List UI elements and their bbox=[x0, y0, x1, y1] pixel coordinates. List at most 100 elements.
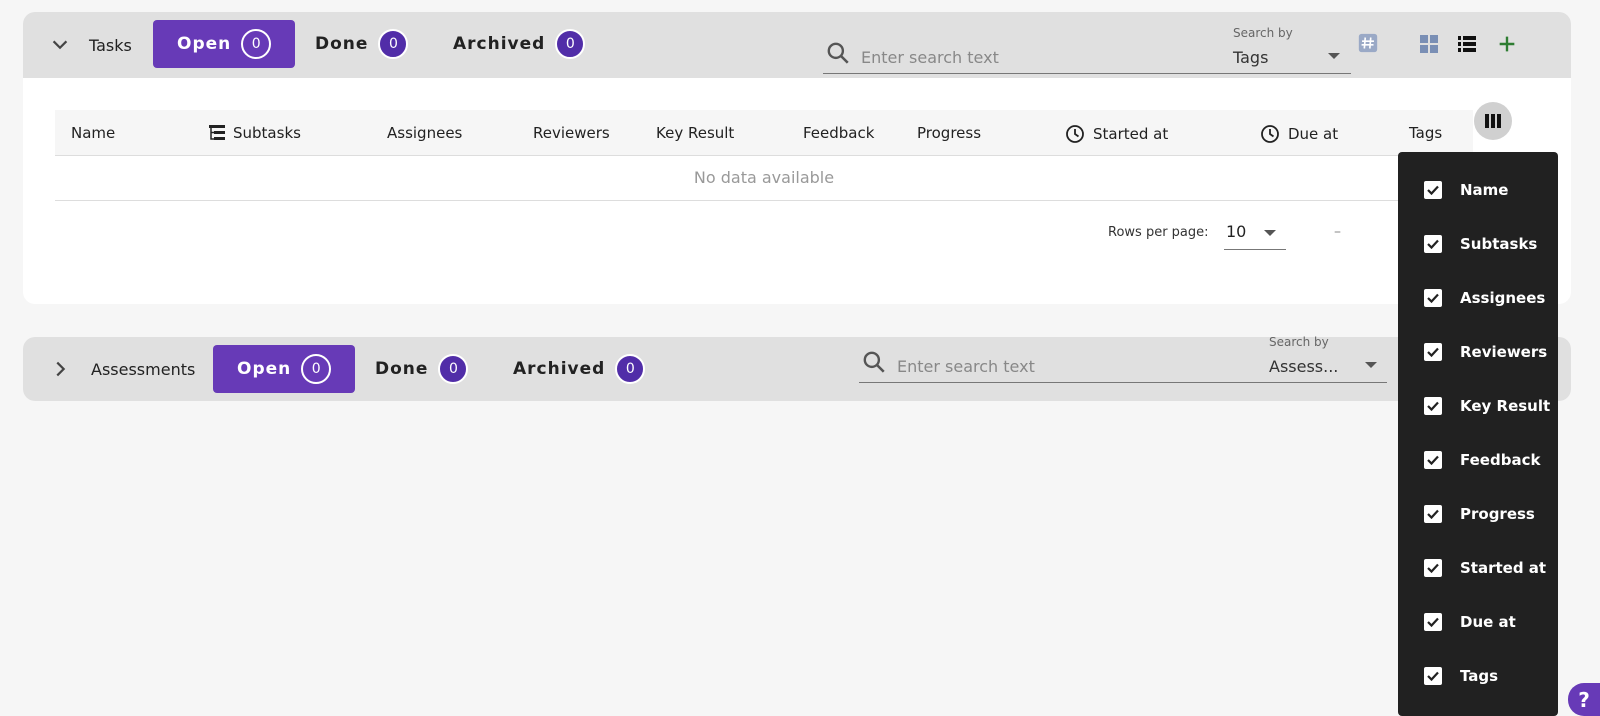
assessments-tab-done[interactable]: Done 0 bbox=[351, 345, 492, 393]
column-option-feedback[interactable]: Feedback bbox=[1398, 433, 1558, 487]
column-visibility-button[interactable] bbox=[1474, 102, 1512, 140]
column-header-name[interactable]: Name bbox=[71, 124, 115, 142]
check-icon bbox=[1427, 239, 1439, 250]
empty-table-message: No data available bbox=[55, 156, 1473, 201]
column-header-progress[interactable]: Progress bbox=[917, 124, 981, 142]
check-icon bbox=[1427, 347, 1439, 358]
checkbox-checked[interactable] bbox=[1424, 667, 1442, 685]
column-header-assignees[interactable]: Assignees bbox=[387, 124, 462, 142]
column-visibility-menu: Name Subtasks Assignees Reviewers Key Re… bbox=[1398, 152, 1558, 716]
clock-icon bbox=[1261, 125, 1279, 143]
assessments-toolbar: Assessments Open 0 Done 0 Archived 0 Ent… bbox=[23, 335, 1571, 401]
column-option-label: Reviewers bbox=[1460, 343, 1548, 361]
column-header-started-at[interactable]: Started at bbox=[1065, 124, 1168, 144]
tasks-table: Name Subtasks Assignees Reviewers Key Re… bbox=[55, 110, 1473, 201]
column-option-key-result[interactable]: Key Result bbox=[1398, 379, 1558, 433]
rows-per-page-value: 10 bbox=[1226, 222, 1247, 241]
assessments-tab-archived[interactable]: Archived 0 bbox=[489, 345, 669, 393]
checkbox-checked[interactable] bbox=[1424, 235, 1442, 253]
checkbox-checked[interactable] bbox=[1424, 397, 1442, 415]
tasks-tab-open[interactable]: Open 0 bbox=[153, 20, 296, 68]
table-header: Name Subtasks Assignees Reviewers Key Re… bbox=[55, 110, 1473, 156]
column-option-label: Key Result bbox=[1460, 397, 1551, 415]
check-icon bbox=[1427, 293, 1439, 304]
column-option-label: Name bbox=[1460, 181, 1509, 199]
checkbox-checked[interactable] bbox=[1424, 181, 1442, 199]
grid-view-icon[interactable] bbox=[1419, 34, 1439, 54]
column-header-key-result[interactable]: Key Result bbox=[656, 124, 734, 142]
tasks-title: Tasks bbox=[89, 36, 132, 55]
tab-count-badge: 0 bbox=[555, 29, 586, 59]
tasks-tab-archived[interactable]: Archived 0 bbox=[429, 20, 609, 68]
column-option-label: Subtasks bbox=[1460, 235, 1538, 253]
hashtag-icon[interactable] bbox=[1357, 32, 1379, 54]
search-input[interactable]: Enter search text bbox=[897, 357, 1035, 376]
search-icon bbox=[863, 351, 885, 373]
tab-label: Open bbox=[237, 359, 292, 379]
tab-count-badge: 0 bbox=[615, 354, 646, 384]
check-icon bbox=[1427, 563, 1439, 574]
tasks-panel: Tasks Open 0 Done 0 Archived 0 Enter sea… bbox=[23, 12, 1571, 304]
tasks-toolbar: Tasks Open 0 Done 0 Archived 0 Enter sea… bbox=[23, 12, 1571, 78]
check-icon bbox=[1427, 509, 1439, 520]
assessments-search: Enter search text Search by Assess... bbox=[859, 335, 1387, 383]
tab-label: Done bbox=[375, 359, 429, 379]
search-input[interactable]: Enter search text bbox=[861, 48, 999, 67]
tasks-search: Enter search text Search by Tags bbox=[823, 26, 1351, 74]
tab-label: Archived bbox=[513, 359, 606, 379]
column-option-subtasks[interactable]: Subtasks bbox=[1398, 217, 1558, 271]
column-header-subtasks[interactable]: Subtasks bbox=[209, 124, 301, 142]
pagination-range: – bbox=[1334, 224, 1341, 240]
assessments-title: Assessments bbox=[91, 360, 196, 379]
column-header-feedback[interactable]: Feedback bbox=[803, 124, 874, 142]
help-button[interactable]: ? bbox=[1568, 683, 1600, 716]
rows-per-page-label: Rows per page: bbox=[1108, 225, 1209, 240]
assessments-tab-open[interactable]: Open 0 bbox=[213, 345, 356, 393]
checkbox-checked[interactable] bbox=[1424, 613, 1442, 631]
column-header-tags[interactable]: Tags bbox=[1409, 124, 1442, 142]
column-option-label: Progress bbox=[1460, 505, 1535, 523]
caret-down-icon[interactable] bbox=[1365, 362, 1377, 368]
tab-label: Archived bbox=[453, 34, 546, 54]
checkbox-checked[interactable] bbox=[1424, 343, 1442, 361]
column-option-progress[interactable]: Progress bbox=[1398, 487, 1558, 541]
columns-icon bbox=[1485, 114, 1501, 128]
search-icon bbox=[827, 42, 849, 64]
rows-per-page-select[interactable]: 10 bbox=[1224, 220, 1286, 250]
tab-label: Done bbox=[315, 34, 369, 54]
column-option-label: Assignees bbox=[1460, 289, 1546, 307]
column-option-reviewers[interactable]: Reviewers bbox=[1398, 325, 1558, 379]
column-option-started-at[interactable]: Started at bbox=[1398, 541, 1558, 595]
column-option-label: Feedback bbox=[1460, 451, 1541, 469]
tasks-tab-done[interactable]: Done 0 bbox=[291, 20, 432, 68]
chevron-right-icon[interactable] bbox=[49, 358, 71, 380]
clock-icon bbox=[1066, 125, 1084, 143]
list-view-icon[interactable] bbox=[1457, 34, 1477, 54]
check-icon bbox=[1427, 671, 1439, 682]
column-header-due-at[interactable]: Due at bbox=[1260, 124, 1338, 144]
checkbox-checked[interactable] bbox=[1424, 451, 1442, 469]
checkbox-checked[interactable] bbox=[1424, 505, 1442, 523]
column-option-due-at[interactable]: Due at bbox=[1398, 595, 1558, 649]
column-option-tags[interactable]: Tags bbox=[1398, 649, 1558, 703]
column-header-reviewers[interactable]: Reviewers bbox=[533, 124, 610, 142]
column-option-name[interactable]: Name bbox=[1398, 163, 1558, 217]
checkbox-checked[interactable] bbox=[1424, 289, 1442, 307]
chevron-down-icon[interactable] bbox=[49, 34, 71, 56]
caret-down-icon[interactable] bbox=[1328, 53, 1340, 59]
column-option-assignees[interactable]: Assignees bbox=[1398, 271, 1558, 325]
checkbox-checked[interactable] bbox=[1424, 559, 1442, 577]
add-icon[interactable] bbox=[1496, 33, 1518, 55]
tab-label: Open bbox=[177, 34, 232, 54]
column-option-label: Started at bbox=[1460, 559, 1547, 577]
column-option-label: Due at bbox=[1460, 613, 1516, 631]
check-icon bbox=[1427, 617, 1439, 628]
search-by-select[interactable]: Assess... bbox=[1269, 357, 1338, 376]
search-by-label: Search by bbox=[1233, 26, 1293, 40]
assessments-panel: Assessments Open 0 Done 0 Archived 0 Ent… bbox=[23, 335, 1571, 401]
tab-count-badge: 0 bbox=[241, 29, 272, 59]
search-by-label: Search by bbox=[1269, 335, 1329, 349]
check-icon bbox=[1427, 185, 1439, 196]
search-by-select[interactable]: Tags bbox=[1233, 48, 1268, 67]
caret-down-icon bbox=[1264, 230, 1276, 236]
